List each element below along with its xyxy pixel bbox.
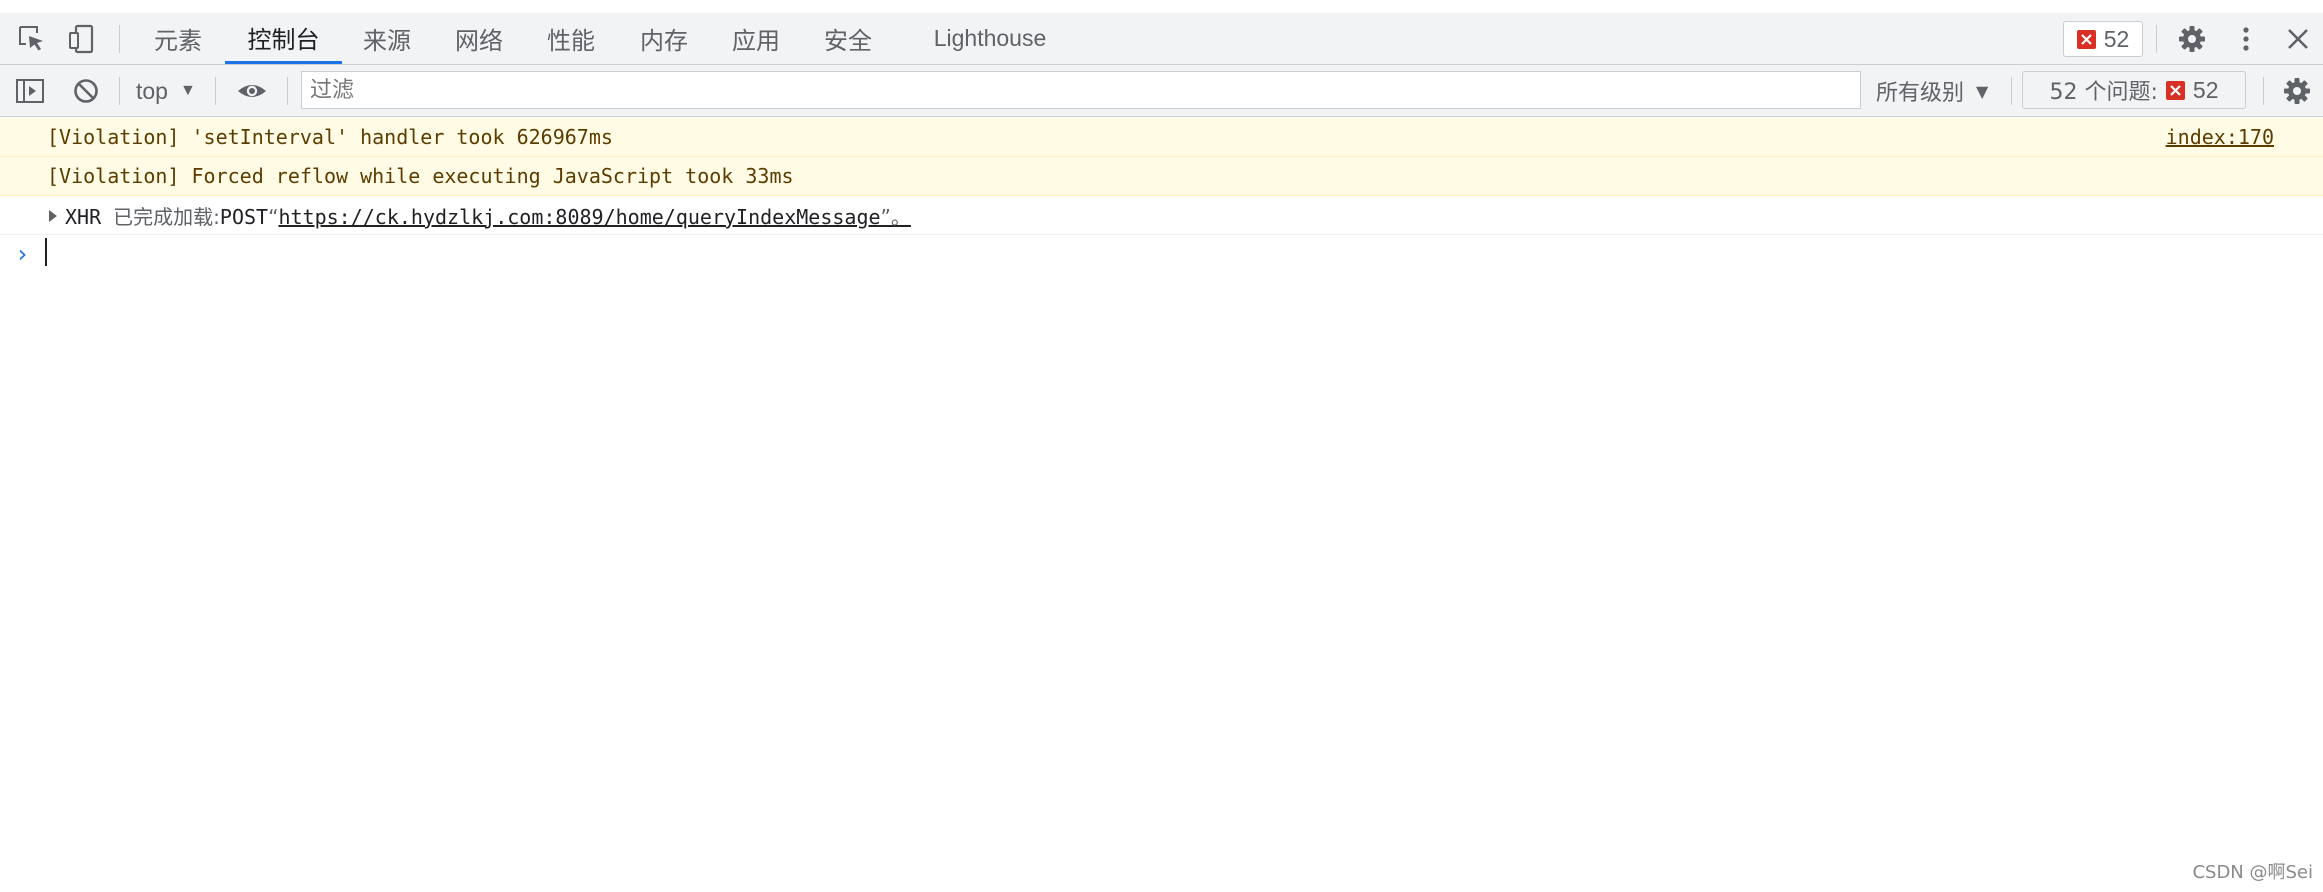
watermark: CSDN @啊Sei (2192, 862, 2313, 883)
tab-application[interactable]: 应用 (717, 13, 795, 64)
toolbar-divider (2156, 25, 2157, 53)
issues-count: 52 (2192, 76, 2219, 103)
issues-button[interactable]: 52 个问题: 52 (2022, 71, 2246, 109)
console-input-caret[interactable] (45, 238, 47, 266)
tab-label: 性能 (547, 27, 595, 55)
url-text: https://ck.hydzlkj.com:8089/home/queryIn… (278, 204, 881, 229)
tab-label: 内存 (640, 27, 688, 55)
toolbar-divider (119, 25, 120, 53)
sidebar-toggle-icon[interactable] (14, 75, 46, 107)
context-selector[interactable]: top ▼ (136, 73, 196, 109)
tab-label: 安全 (824, 27, 872, 55)
window-top-strip (0, 0, 2323, 13)
tab-lighthouse[interactable]: Lighthouse (920, 13, 1060, 64)
tab-sources[interactable]: 来源 (348, 13, 426, 64)
tab-label: 控制台 (247, 25, 320, 54)
toolbar-divider (287, 77, 288, 105)
close-icon[interactable] (2282, 23, 2314, 55)
context-label: top (136, 77, 168, 104)
issues-label: 52 个问题: (2049, 80, 2158, 105)
toolbar-divider (215, 77, 216, 105)
tab-elements[interactable]: 元素 (139, 13, 217, 64)
settings-icon[interactable] (2176, 23, 2208, 55)
console-message-warning: [Violation] Forced reflow while executin… (0, 157, 2323, 196)
filter-input[interactable] (301, 71, 1861, 109)
toolbar-divider (2263, 77, 2264, 105)
inspect-element-icon[interactable] (16, 23, 48, 55)
log-levels-dropdown[interactable]: 所有级别 ▼ (1876, 73, 1988, 109)
xhr-method: POST (219, 204, 269, 229)
console-message-warning: [Violation] 'setInterval' handler took 6… (0, 118, 2323, 157)
eye-icon[interactable] (236, 75, 268, 107)
console-toolbar: top ▼ 所有级别 ▼ 52 个问题: 52 (0, 65, 2323, 117)
console-settings-icon[interactable] (2281, 75, 2313, 107)
tab-label: Lighthouse (933, 25, 1047, 51)
console-prompt-icon: › (15, 240, 30, 268)
tab-label: 来源 (363, 27, 411, 55)
error-icon (2076, 29, 2096, 49)
open-quote: “ (268, 204, 279, 229)
tab-label: 元素 (154, 27, 202, 55)
close-quote: ”。 (880, 204, 911, 229)
error-icon (2165, 80, 2185, 100)
tab-console[interactable]: 控制台 (225, 13, 342, 64)
levels-label: 所有级别 (1876, 81, 1965, 106)
dropdown-arrow-icon: ▼ (179, 82, 196, 99)
more-vert-icon[interactable] (2230, 23, 2262, 55)
tab-network[interactable]: 网络 (440, 13, 518, 64)
xhr-status: 已完成加载: (113, 204, 220, 229)
xhr-url-link[interactable]: https://ck.hydzlkj.com:8089/home/queryIn… (278, 205, 910, 229)
tab-label: 应用 (732, 27, 780, 55)
tab-performance[interactable]: 性能 (532, 13, 610, 64)
console-message-xhr: XHR 已完成加载:POST“https://ck.hydzlkj.com:80… (0, 196, 2323, 235)
dropdown-arrow-icon: ▼ (1976, 81, 1989, 101)
clear-console-icon[interactable] (70, 75, 102, 107)
xhr-message: XHR 已完成加载:POST“https://ck.hydzlkj.com:80… (65, 201, 911, 230)
expand-triangle-icon[interactable] (49, 210, 57, 222)
source-link[interactable]: index:170 (2166, 125, 2274, 149)
tab-security[interactable]: 安全 (809, 13, 887, 64)
toolbar-divider (119, 77, 120, 105)
message-text: [Violation] Forced reflow while executin… (47, 164, 794, 188)
error-count-badge[interactable]: 52 (2063, 21, 2143, 57)
toolbar-divider (2011, 77, 2012, 105)
xhr-type: XHR (65, 204, 102, 229)
devtools-tab-bar: 元素 控制台 来源 网络 性能 内存 应用 安全 Lighthouse 52 (0, 13, 2323, 65)
device-toggle-icon[interactable] (66, 23, 98, 55)
error-count: 52 (2103, 25, 2130, 52)
message-text: [Violation] 'setInterval' handler took 6… (47, 125, 613, 149)
tab-memory[interactable]: 内存 (625, 13, 703, 64)
tab-label: 网络 (455, 27, 503, 55)
